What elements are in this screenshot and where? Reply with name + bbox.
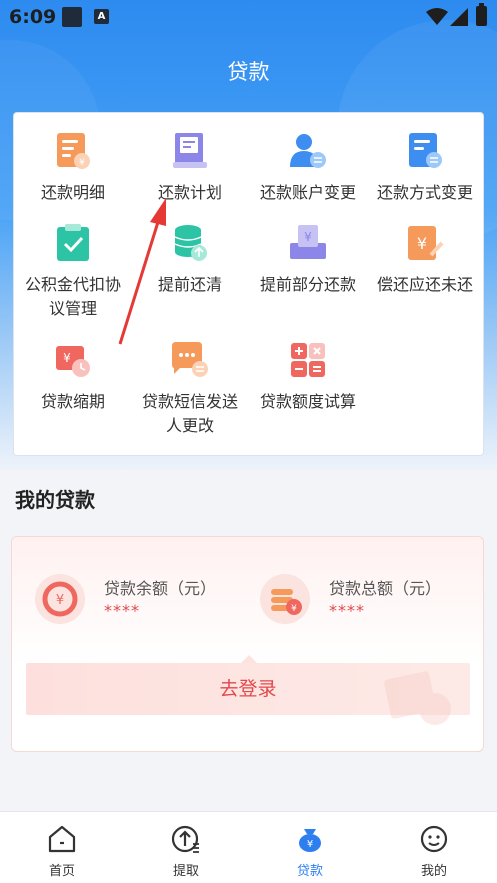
svg-text:¥: ¥ [304, 230, 312, 244]
document-deco-icon [384, 671, 451, 725]
bottom-tab-bar: 首页 提取 ¥ 贷款 我的 [0, 811, 497, 883]
svg-text:¥: ¥ [79, 158, 85, 168]
menu-item-prepay-all[interactable]: 提前还清 [131, 221, 249, 297]
menu-label: 还款计划 [157, 183, 222, 202]
tab-home[interactable]: 首页 [0, 812, 124, 883]
tab-loan[interactable]: ¥ 贷款 [248, 812, 372, 883]
loan-balance-icon: ¥ [35, 574, 85, 624]
home-icon [48, 825, 76, 853]
menu-label: 贷款额度试算 [259, 392, 356, 411]
menu-label: 还款账户变更 [259, 183, 356, 202]
notification-a-icon: A [94, 9, 109, 24]
method-change-icon [409, 133, 442, 168]
wifi-icon [426, 8, 448, 25]
account-change-icon [290, 134, 326, 168]
svg-text:¥: ¥ [417, 234, 427, 253]
calculator-icon [291, 343, 325, 377]
loan-total-stat: ¥ 贷款总额（元） **** [237, 569, 457, 629]
shorten-term-icon: ¥ [56, 346, 90, 377]
tab-label: 提取 [172, 864, 199, 879]
repayment-plan-icon [173, 133, 207, 168]
menu-item-agreement[interactable]: 公积金代扣协 议管理 [14, 221, 132, 321]
my-loans-card: ¥ 贷款余额（元） **** ¥ 贷款总额（元） **** 去登录 [11, 536, 484, 752]
prepay-partial-icon: ¥ [290, 225, 326, 259]
tab-profile[interactable]: 我的 [372, 812, 496, 883]
menu-item-account-change[interactable]: 还款账户变更 [249, 129, 367, 205]
menu-label: 贷款短信发送 [141, 392, 238, 411]
menu-label: 还款方式变更 [376, 183, 473, 202]
loan-balance-value: **** [104, 601, 140, 620]
menu-item-repayment-plan[interactable]: 还款计划 [131, 129, 249, 205]
loan-total-label: 贷款总额（元） [329, 579, 442, 598]
menu-label: 提前还清 [157, 275, 222, 294]
page-title: 贷款 [227, 60, 270, 84]
prepay-all-icon [174, 225, 207, 261]
tab-label: 我的 [420, 864, 447, 879]
status-bar: 6:09 A [0, 0, 497, 34]
menu-label: 贷款缩期 [40, 392, 105, 411]
notification-square-icon [62, 7, 82, 27]
sms-change-icon [172, 342, 208, 377]
svg-text:¥: ¥ [56, 593, 64, 608]
loan-balance-label: 贷款余额（元） [104, 579, 217, 598]
menu-item-shorten-term[interactable]: ¥ 贷款缩期 [14, 338, 132, 414]
battery-icon [476, 3, 487, 26]
withdraw-icon [171, 825, 199, 853]
svg-text:¥: ¥ [63, 351, 71, 365]
tab-label: 首页 [48, 864, 75, 879]
status-time: 6:09 [9, 6, 57, 28]
loan-icon: ¥ [299, 829, 321, 852]
menu-item-method-change[interactable]: 还款方式变更 [366, 129, 484, 205]
loan-total-value: **** [329, 601, 365, 620]
signal-icon [450, 8, 468, 26]
loan-balance-stat: ¥ 贷款余额（元） **** [12, 569, 232, 629]
loan-services-card: ¥ 还款明细 还款计划 还款账户变更 还款方式变更 公积金代扣协 议管理 提前还… [13, 112, 484, 456]
repayment-detail-icon: ¥ [57, 133, 90, 169]
menu-item-sms-change[interactable]: 贷款短信发送 人更改 [131, 338, 249, 438]
menu-label: 偿还应还未还 [376, 275, 473, 294]
my-loans-title: 我的贷款 [15, 488, 95, 512]
repay-overdue-icon: ¥ [408, 226, 444, 260]
tab-withdraw[interactable]: 提取 [124, 812, 248, 883]
loan-total-icon: ¥ [260, 574, 310, 624]
svg-text:¥: ¥ [307, 839, 313, 850]
menu-label: 公积金代扣协 [24, 275, 121, 294]
menu-label-line2: 议管理 [48, 299, 97, 318]
menu-item-repay-overdue[interactable]: ¥ 偿还应还未还 [366, 221, 484, 297]
menu-label: 还款明细 [40, 183, 105, 202]
menu-item-prepay-partial[interactable]: ¥ 提前部分还款 [249, 221, 367, 297]
tab-label: 贷款 [296, 864, 323, 879]
agreement-icon [57, 224, 89, 261]
menu-label: 提前部分还款 [259, 275, 356, 294]
svg-text:¥: ¥ [291, 604, 297, 614]
menu-label-line2: 人更改 [165, 416, 214, 435]
menu-item-repayment-detail[interactable]: ¥ 还款明细 [14, 129, 132, 205]
menu-item-calculator[interactable]: 贷款额度试算 [249, 338, 367, 414]
profile-icon [420, 825, 448, 853]
